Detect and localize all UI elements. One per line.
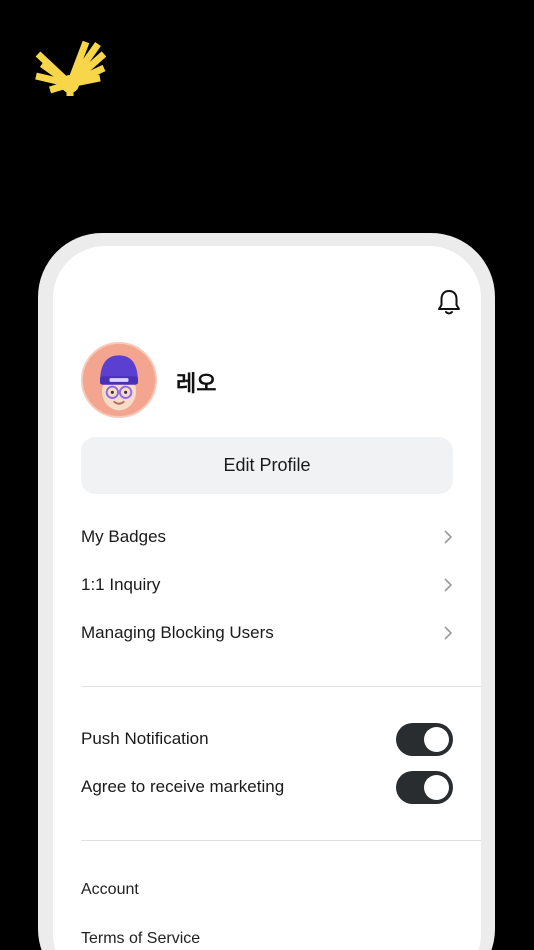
menu-item-blocking-users[interactable]: Managing Blocking Users: [81, 615, 453, 651]
menu-item-label: 1:1 Inquiry: [81, 575, 161, 594]
edit-profile-button[interactable]: Edit Profile: [81, 437, 453, 494]
menu-item-inquiry[interactable]: 1:1 Inquiry: [81, 567, 453, 603]
toggle-knob: [424, 774, 449, 800]
account-link[interactable]: Account: [81, 881, 139, 899]
chevron-right-icon: [444, 626, 453, 640]
marketing-consent-toggle[interactable]: [396, 770, 453, 804]
push-notification-row: Push Notification: [81, 721, 453, 757]
username: 레오: [176, 371, 217, 396]
menu-item-label: Managing Blocking Users: [81, 623, 274, 642]
terms-of-service-link[interactable]: Terms of Service: [81, 930, 200, 948]
sunburst-logo-icon: [35, 40, 106, 96]
marketing-consent-row: Agree to receive marketing: [81, 769, 453, 805]
bell-icon[interactable]: [436, 288, 462, 316]
toggle-label: Push Notification: [81, 729, 209, 748]
toggle-knob: [424, 726, 449, 752]
divider: [81, 840, 481, 841]
push-notification-toggle[interactable]: [396, 722, 453, 756]
divider: [81, 686, 481, 687]
menu-item-label: My Badges: [81, 527, 167, 546]
menu-item-my-badges[interactable]: My Badges: [81, 519, 453, 555]
toggle-label: Agree to receive marketing: [81, 777, 285, 796]
chevron-right-icon: [444, 530, 453, 544]
memoji-avatar: [83, 344, 155, 416]
avatar[interactable]: [81, 342, 157, 418]
chevron-right-icon: [444, 578, 453, 592]
profile-screen: 레오 Edit Profile My Badges 1:1 Inquiry Ma…: [53, 246, 481, 950]
